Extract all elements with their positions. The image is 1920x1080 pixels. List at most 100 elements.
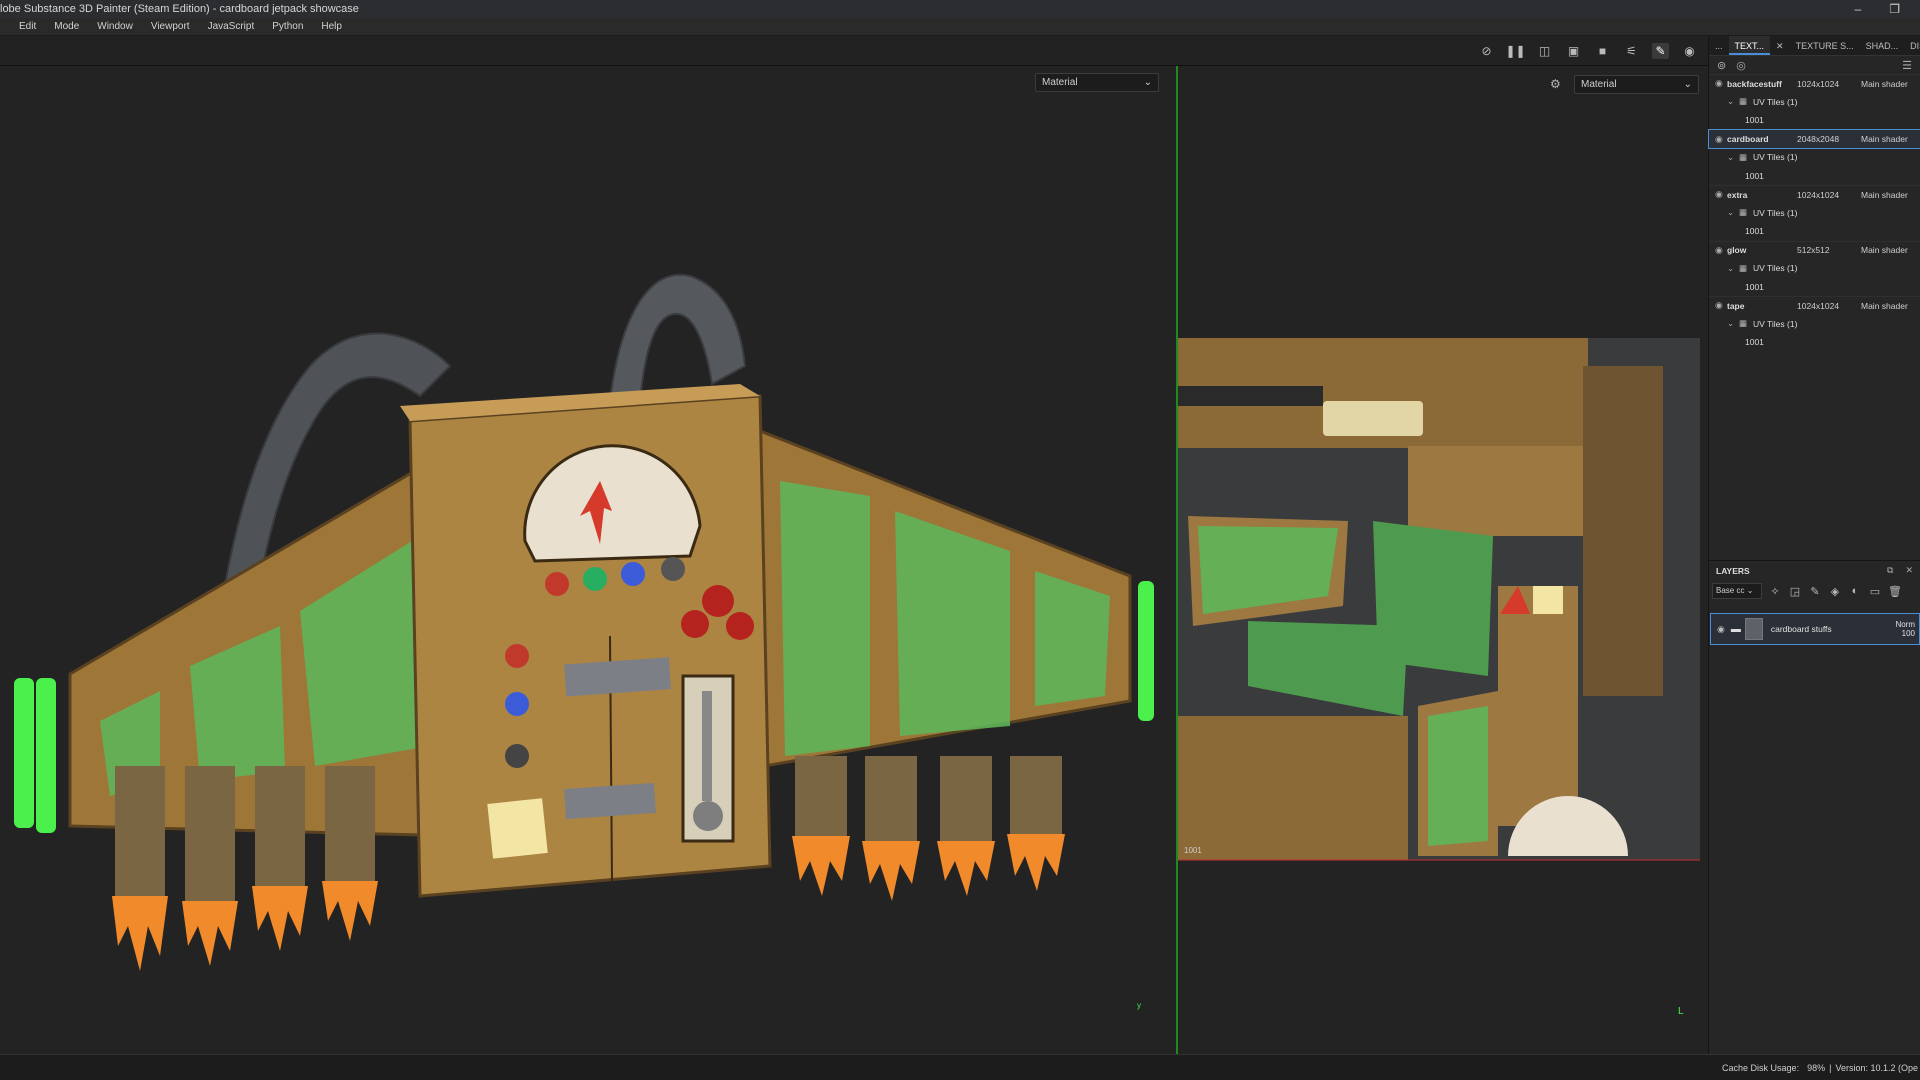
screenshot-icon[interactable]: ◉ [1681,43,1698,59]
udim-label: 1001 [1745,115,1764,126]
axis-gizmo-2d: L [1678,1006,1684,1017]
texture-set-row[interactable]: ◉ backfacestuff 1024x1024 Main shader [1709,74,1920,93]
layers-toolbar: Base cc ⌄ ✧ ◲ ✎ ◈ ◐ ▭ 🗑 [1709,580,1920,602]
uv-tiles-label: UV Tiles (1) [1753,318,1798,329]
tab-more[interactable]: ... [1709,36,1729,55]
eye-icon[interactable]: ◉ [1715,78,1727,89]
isolate-icon[interactable]: ⊚ [1717,59,1726,72]
udim-row[interactable]: 1001 [1709,167,1920,186]
chevron-down-icon[interactable]: ⌄ [1727,152,1739,163]
udim-row[interactable]: 1001 [1709,333,1920,352]
menu-help[interactable]: Help [312,21,351,32]
texture-set-name: cardboard [1727,134,1769,145]
texture-set-row[interactable]: ◉ tape 1024x1024 Main shader [1709,296,1920,315]
hide-overlay-icon[interactable]: ⊘ [1478,43,1495,59]
udim-tile-label: 1001 [1184,846,1202,855]
udim-row[interactable]: 1001 [1709,222,1920,241]
eye-icon[interactable]: ◉ [1715,134,1727,145]
list-settings-icon[interactable]: ☰ [1902,59,1912,72]
channel-select[interactable]: Base cc ⌄ [1712,583,1762,599]
blend-mode[interactable]: Norm [1895,620,1915,629]
uv-tiles-row[interactable]: ⌄ ▦ UV Tiles (1) [1709,259,1920,278]
maximize-panel-icon[interactable]: ⧉ [1887,565,1893,576]
texture-set-shader: Main shader [1861,300,1908,311]
cube-view-icon[interactable]: ▣ [1565,43,1582,59]
menu-python[interactable]: Python [263,21,312,32]
menu-javascript[interactable]: JavaScript [199,21,264,32]
layer-thumbnail [1744,618,1763,640]
viewport-2d[interactable]: Material ⌄ ⚙ 1001 L [1178,66,1708,1054]
tab-shader-settings[interactable]: SHAD... [1860,36,1905,55]
add-paint-layer-icon[interactable]: ✎ [1808,585,1822,598]
add-fill-layer-icon[interactable]: ◈ [1828,585,1842,598]
pause-icon[interactable]: ❚❚ [1505,43,1525,59]
texture-set-row[interactable]: ◉ glow 512x512 Main shader [1709,240,1920,260]
viewport-3d[interactable]: Material ⌄ y [0,66,1176,1054]
symmetry-icon[interactable]: ⚟ [1623,43,1640,59]
add-effect-icon[interactable]: ✧ [1768,585,1782,598]
camera-icon[interactable]: ■ [1594,43,1611,59]
menu-edit[interactable]: Edit [10,21,45,32]
add-smart-material-icon[interactable]: ◐ [1848,585,1862,597]
close-tab-icon[interactable]: ✕ [1770,36,1790,55]
layer-row[interactable]: ◉ ▬ cardboard stuffs Norm 100 [1710,613,1920,645]
right-panel: ... TEXT... ✕ TEXTURE S... SHAD... DISPL… [1708,36,1920,1054]
uv-tiles-row[interactable]: ⌄ ▦ UV Tiles (1) [1709,148,1920,167]
uv-tiles-row[interactable]: ⌄ ▦ UV Tiles (1) [1709,93,1920,112]
udim-label: 1001 [1745,281,1764,292]
udim-label: 1001 [1745,337,1764,348]
eye-icon[interactable]: ◉ [1715,300,1727,311]
menu-window[interactable]: Window [88,21,142,32]
chevron-down-icon[interactable]: ⌄ [1727,263,1739,274]
chevron-down-icon[interactable]: ⌄ [1727,318,1739,329]
cache-label: Cache Disk Usage: [1722,1062,1800,1073]
delete-layer-icon[interactable]: 🗑 [1888,585,1902,598]
grid-icon: ▦ [1739,96,1748,107]
grid-icon: ▦ [1739,262,1748,273]
tab-texture-set-list[interactable]: TEXT... [1728,36,1771,55]
uv-tiles-label: UV Tiles (1) [1753,152,1798,163]
chevron-down-icon[interactable]: ⌄ [1727,96,1739,107]
texture-set-row[interactable]: ◉ extra 1024x1024 Main shader [1709,185,1920,204]
layer-opacity[interactable]: 100 [1902,629,1915,638]
uv-tiles-label: UV Tiles (1) [1753,96,1798,107]
restore-button[interactable]: ❐ [1889,2,1900,16]
visibility-icon[interactable]: ◎ [1736,59,1746,72]
uv-tiles-row[interactable]: ⌄ ▦ UV Tiles (1) [1709,315,1920,334]
menu-viewport[interactable]: Viewport [142,21,199,32]
grid-icon: ▦ [1739,151,1748,162]
texture-set-name: backfacestuff [1727,78,1782,89]
udim-row[interactable]: 1001 [1709,111,1920,130]
title-bar: lobe Substance 3D Painter (Steam Edition… [0,0,1920,18]
eye-icon[interactable]: ◉ [1715,245,1727,256]
texture-set-resolution: 1024x1024 [1797,189,1840,200]
tab-texture-set-settings[interactable]: TEXTURE S... [1790,36,1860,55]
version-label: Version: 10.1.2 (Ope [1835,1062,1918,1073]
texture-set-resolution: 2048x2048 [1797,134,1840,145]
uv-tiles-row[interactable]: ⌄ ▦ UV Tiles (1) [1709,204,1920,223]
add-mask-icon[interactable]: ◲ [1788,585,1802,598]
split-view-icon[interactable]: ◫ [1536,43,1553,59]
texture-set-shader: Main shader [1861,134,1908,145]
texture-set-shader: Main shader [1861,78,1908,89]
brush-icon[interactable]: ✎ [1652,43,1669,59]
texture-set-name: extra [1727,189,1748,200]
window-title: lobe Substance 3D Painter (Steam Edition… [0,3,359,15]
eye-icon[interactable]: ◉ [1715,189,1727,200]
chevron-down-icon[interactable]: ⌄ [1727,207,1739,218]
texture-set-toolbar: ⊚ ◎ ☰ [1709,56,1920,74]
minimize-button[interactable]: – [1855,2,1862,16]
udim-label: 1001 [1745,170,1764,181]
texture-set-row[interactable]: ◉ cardboard 2048x2048 Main shader [1708,128,1920,149]
add-folder-icon[interactable]: ▭ [1868,585,1882,598]
menu-mode[interactable]: Mode [45,21,88,32]
axis-gizmo-3d: y [1137,1001,1141,1010]
panel-tabs: ... TEXT... ✕ TEXTURE S... SHAD... DISPL… [1709,36,1920,56]
jetpack-model [14,273,1154,971]
uv-tiles-label: UV Tiles (1) [1753,263,1798,274]
close-panel-icon[interactable]: ✕ [1905,565,1913,576]
udim-row[interactable]: 1001 [1709,278,1920,297]
tab-display-settings[interactable]: DISPL... [1904,36,1920,55]
texture-set-name: tape [1727,300,1745,311]
eye-icon[interactable]: ◉ [1717,624,1725,635]
